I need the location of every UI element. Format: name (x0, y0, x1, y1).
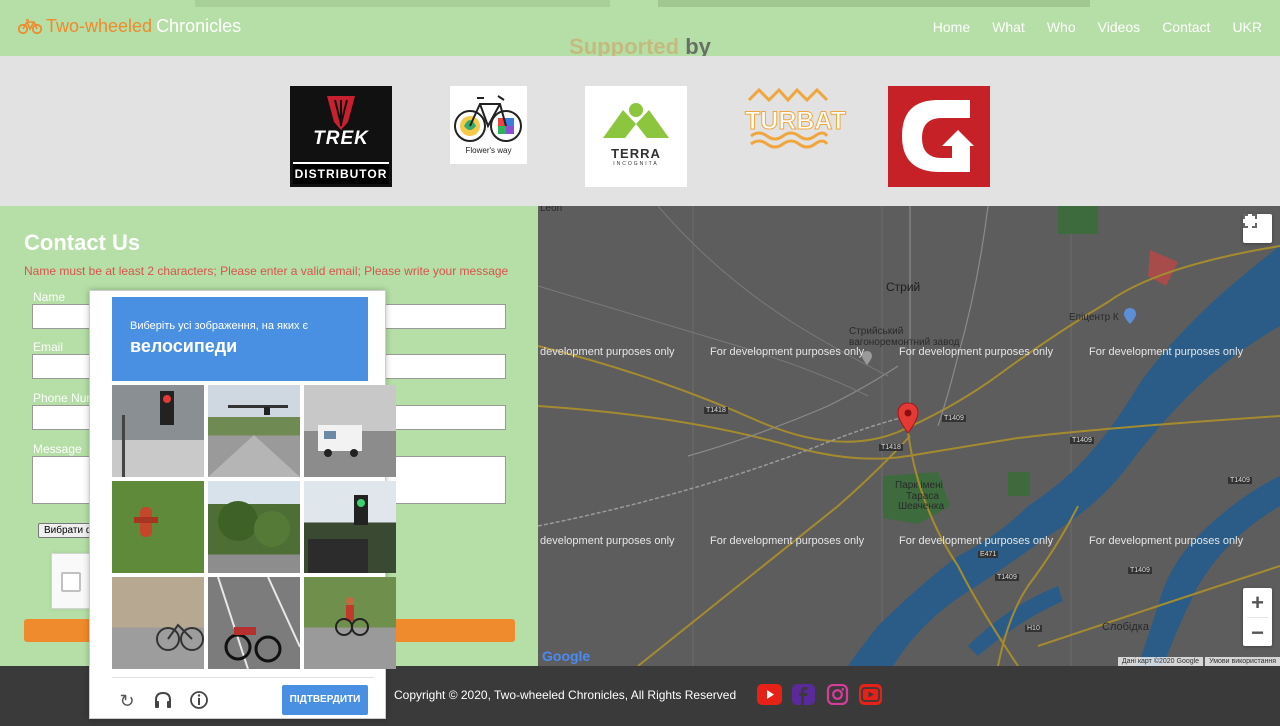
shop-pin-icon (1124, 308, 1136, 324)
road-badge: T1418 (704, 407, 728, 414)
road-badge: T1409 (1070, 437, 1094, 444)
nav-who[interactable]: Who (1047, 19, 1076, 35)
recaptcha-checkbox[interactable] (61, 572, 81, 592)
captcha-footer: ↻ ПІДТВЕРДИТИ (112, 677, 374, 717)
captcha-verify-button[interactable]: ПІДТВЕРДИТИ (282, 685, 368, 715)
road-badge: T1409 (942, 415, 966, 422)
brand-name-part2: Chronicles (156, 16, 242, 36)
dev-watermark: For development purposes only (1089, 346, 1244, 358)
brand-name-part1: Two-wheeled (46, 16, 153, 36)
dev-watermark: development purposes only (540, 346, 675, 358)
captcha-tile[interactable] (112, 481, 204, 573)
trek-distributor-logo[interactable]: TREK DISTRIBUTOR (290, 86, 392, 187)
captcha-tile[interactable] (112, 577, 204, 669)
map-canvas (538, 206, 1280, 666)
captcha-instruction-text: Виберіть усі зображення, на яких є (130, 320, 309, 332)
captcha-image-grid (112, 385, 396, 671)
nav-home[interactable]: Home (933, 19, 970, 35)
map-attribution: Дані карт ©2020 Google Умови використанн… (1116, 657, 1280, 666)
youtube-channel-icon[interactable] (859, 684, 882, 705)
contact-title: Contact Us (24, 230, 141, 255)
road-badge: T1418 (879, 444, 903, 451)
recaptcha-challenge: Виберіть усі зображення, на яких є велос… (89, 290, 396, 719)
captcha-tile[interactable] (208, 385, 300, 477)
google-map[interactable]: development purposes only For developmen… (538, 206, 1280, 666)
sponsors-strip: TREK DISTRIBUTOR Flower's way TERRA INCO… (0, 56, 1280, 206)
dev-watermark: For development purposes only (710, 346, 865, 358)
copyright-text: Copyright © 2020, Two-wheeled Chronicles… (394, 688, 737, 702)
google-logo[interactable]: Google (542, 648, 590, 664)
message-label: Message (33, 442, 82, 456)
map-label-leon: Leon (540, 206, 563, 214)
youtube-icon[interactable] (757, 684, 782, 705)
captcha-tile[interactable] (304, 577, 396, 669)
map-label-park: Шевченка (898, 501, 945, 512)
headphones-icon[interactable] (152, 690, 174, 712)
zoom-in-button[interactable]: + (1243, 588, 1272, 617)
hero-image-edge (195, 0, 610, 7)
fullscreen-icon (1243, 214, 1257, 228)
road-badge: H10 (1025, 625, 1042, 632)
name-label: Name (33, 290, 66, 304)
g-brand-logo[interactable] (888, 86, 990, 187)
main-nav: Home What Who Videos Contact UKR (933, 19, 1262, 35)
road-badge: T1409 (1228, 477, 1252, 484)
brand-link[interactable]: Two-wheeled Chronicles (18, 16, 241, 37)
form-error-message: Name must be at least 2 characters; Plea… (24, 264, 509, 278)
road-badge: T1409 (1128, 567, 1152, 574)
zoom-out-button[interactable]: − (1243, 618, 1272, 647)
captcha-tile[interactable] (208, 577, 300, 669)
email-label: Email (33, 340, 64, 354)
poi-pin-icon (862, 351, 872, 365)
map-label-park: Парк імені (895, 480, 943, 491)
captcha-tile[interactable] (304, 385, 396, 477)
road-badge: T1409 (995, 574, 1019, 581)
dev-watermark: For development purposes only (899, 535, 1054, 547)
turbat-logo[interactable]: TURBAT (745, 86, 846, 156)
reload-icon[interactable]: ↻ (116, 690, 138, 712)
site-header: Supported by Two-wheeled Chronicles Home… (0, 0, 1280, 59)
map-label-stryi: Стрий (886, 280, 921, 294)
map-terms-link[interactable]: Умови використання (1205, 657, 1280, 666)
flowers-way-logo[interactable]: Flower's way (450, 86, 527, 164)
g-letter-icon (902, 100, 974, 172)
hero-image-edge (658, 0, 1090, 7)
map-label-slobidka: Слобідка (1102, 621, 1149, 633)
map-zoom-control: + − (1243, 588, 1272, 646)
info-icon[interactable] (188, 690, 210, 712)
nav-contact[interactable]: Contact (1162, 19, 1210, 35)
location-pin-icon[interactable] (897, 402, 919, 434)
instagram-icon[interactable] (826, 683, 849, 706)
captcha-tile[interactable] (208, 481, 300, 573)
nav-what[interactable]: What (992, 19, 1025, 35)
map-label-plant: Стрийський (849, 326, 904, 337)
map-fullscreen-button[interactable] (1243, 214, 1272, 243)
bicycle-icon (454, 95, 522, 142)
bicycle-icon (18, 18, 42, 34)
map-label-epicentr: Епіцентр К (1069, 312, 1119, 323)
captcha-instructions: Виберіть усі зображення, на яких є велос… (112, 297, 368, 381)
mountain-icon (603, 103, 669, 138)
road-badge: E471 (978, 551, 999, 558)
nav-videos[interactable]: Videos (1098, 19, 1141, 35)
dev-watermark: For development purposes only (710, 535, 865, 547)
captcha-tile[interactable] (304, 481, 396, 573)
nav-language-ukr[interactable]: UKR (1232, 19, 1262, 35)
captcha-target-word: велосипеди (130, 336, 238, 356)
dev-watermark: For development purposes only (1089, 535, 1244, 547)
terra-incognita-logo[interactable]: TERRA INCOGNITA (585, 86, 687, 187)
dev-watermark: development purposes only (540, 535, 675, 547)
facebook-icon[interactable] (792, 684, 815, 705)
captcha-tile[interactable] (112, 385, 204, 477)
map-data-credit: Дані карт ©2020 Google (1117, 657, 1204, 666)
map-label-plant: вагоноремонтний завод (849, 337, 960, 348)
